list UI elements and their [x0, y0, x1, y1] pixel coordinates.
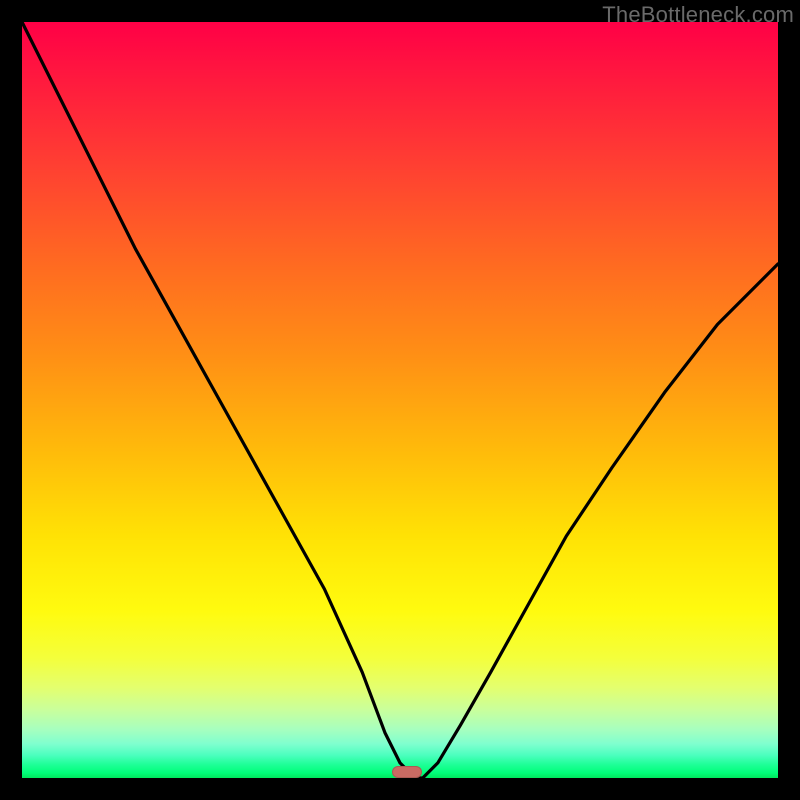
optimal-marker	[392, 766, 422, 778]
watermark-text: TheBottleneck.com	[602, 2, 794, 28]
chart-frame: TheBottleneck.com	[0, 0, 800, 800]
plot-area	[22, 22, 778, 778]
bottleneck-curve	[22, 22, 778, 778]
